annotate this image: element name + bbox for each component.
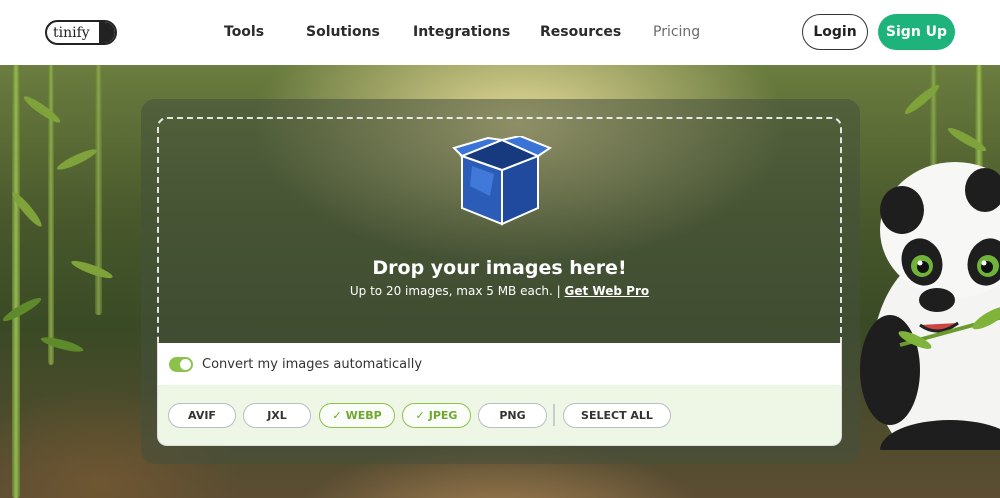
nav-resources[interactable]: Resources xyxy=(540,24,621,40)
bamboo-stalk xyxy=(95,65,102,315)
drop-subtitle: Up to 20 images, max 5 MB each. | Get We… xyxy=(157,284,842,298)
format-label: WEBP xyxy=(345,409,382,422)
format-divider xyxy=(553,404,555,426)
login-button[interactable]: Login xyxy=(802,14,868,50)
bamboo-leaf xyxy=(0,294,44,325)
bamboo-leaf xyxy=(39,334,85,355)
convert-row: Convert my images automatically xyxy=(157,343,842,385)
nav-tools[interactable]: Tools xyxy=(224,24,264,40)
get-web-pro-link[interactable]: Get Web Pro xyxy=(565,284,650,298)
format-label: JXL xyxy=(267,409,287,422)
nav-pricing[interactable]: Pricing xyxy=(653,24,700,40)
select-all-button[interactable]: SELECT ALL xyxy=(563,403,671,428)
drop-title: Drop your images here! xyxy=(372,257,627,279)
check-icon: ✓ xyxy=(415,409,425,422)
bamboo-leaf xyxy=(69,257,115,282)
drop-subtitle-text: Up to 20 images, max 5 MB each. | xyxy=(349,284,565,298)
format-jxl-button[interactable]: JXL xyxy=(243,403,311,428)
format-webp-button[interactable]: ✓ WEBP xyxy=(319,403,395,428)
bamboo-leaf xyxy=(55,146,99,173)
open-box-icon xyxy=(452,136,553,226)
bamboo-leaf xyxy=(21,93,63,126)
format-jpeg-button[interactable]: ✓ JPEG xyxy=(402,403,471,428)
format-png-button[interactable]: PNG xyxy=(478,403,547,428)
panda-illustration xyxy=(860,162,1000,450)
convert-label: Convert my images automatically xyxy=(202,356,423,372)
format-label: AVIF xyxy=(188,409,216,422)
site-header: tinify Tools Solutions Integrations Reso… xyxy=(0,0,1000,65)
signup-button[interactable]: Sign Up xyxy=(878,14,955,50)
convert-toggle[interactable] xyxy=(169,356,193,372)
check-icon: ✓ xyxy=(332,409,342,422)
nav-integrations[interactable]: Integrations xyxy=(413,24,510,40)
format-label: PNG xyxy=(499,409,526,422)
bamboo-stalk xyxy=(12,65,20,498)
format-label: JPEG xyxy=(428,409,458,422)
format-avif-button[interactable]: AVIF xyxy=(168,403,236,428)
nav-solutions[interactable]: Solutions xyxy=(306,24,380,40)
